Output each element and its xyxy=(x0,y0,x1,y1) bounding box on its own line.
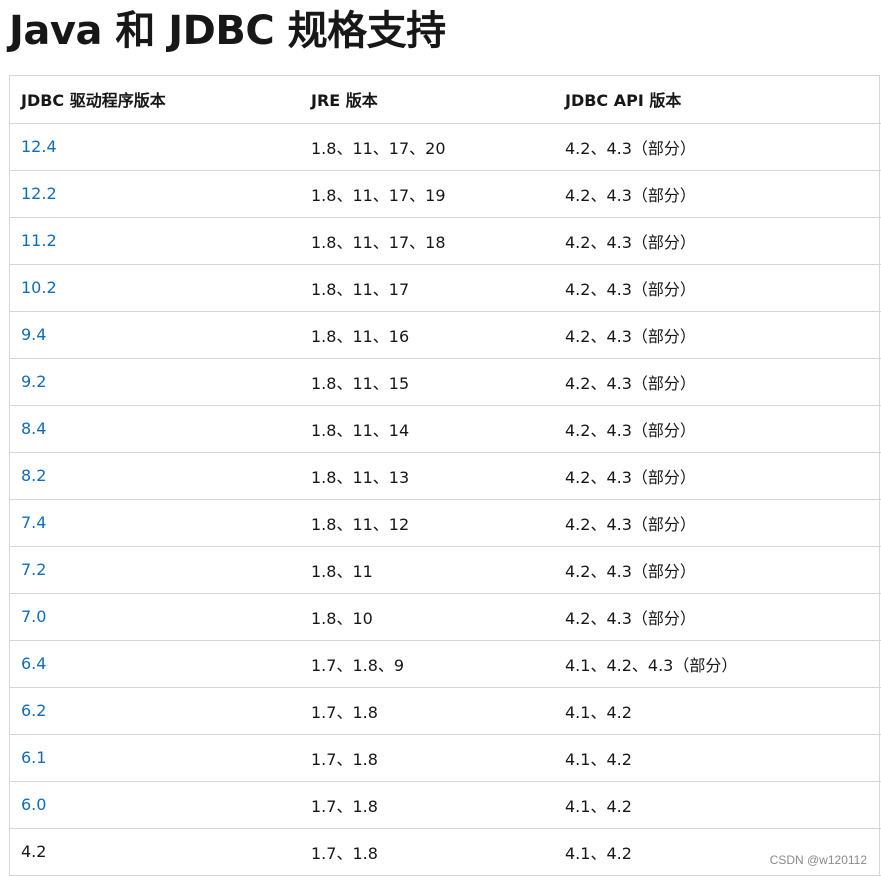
driver-version-cell: 11.2 xyxy=(10,217,300,265)
driver-version-cell: 6.1 xyxy=(10,734,300,782)
jre-version-cell: 1.8、11、17、20 xyxy=(300,123,554,171)
jre-version-cell: 1.8、11、16 xyxy=(300,311,554,359)
driver-version-link[interactable]: 10.2 xyxy=(21,278,57,297)
driver-version-link[interactable]: 6.1 xyxy=(21,748,46,767)
api-version-cell: 4.2、4.3（部分） xyxy=(554,264,881,312)
jre-version-cell: 1.8、10 xyxy=(300,593,554,641)
driver-version-link[interactable]: 7.0 xyxy=(21,607,46,626)
driver-version-link[interactable]: 9.2 xyxy=(21,372,46,391)
jre-version-cell: 1.8、11、17、19 xyxy=(300,170,554,218)
api-version-cell: 4.1、4.2、4.3（部分） xyxy=(554,640,881,688)
api-version-cell: 4.1、4.2 xyxy=(554,687,881,735)
page: Java 和 JDBC 规格支持 JDBC 驱动程序版本 JRE 版本 JDBC… xyxy=(0,0,881,876)
table-row: 6.0 1.7、1.8 4.1、4.2 xyxy=(10,781,881,829)
header-jre-version: JRE 版本 xyxy=(300,76,554,124)
driver-version-cell: 7.0 xyxy=(10,593,300,641)
driver-version-cell: 4.2 xyxy=(10,828,300,876)
api-version-cell: 4.2、4.3（部分） xyxy=(554,405,881,453)
api-version-cell: 4.2、4.3（部分） xyxy=(554,170,881,218)
driver-version-cell: 12.2 xyxy=(10,170,300,218)
driver-version-link[interactable]: 9.4 xyxy=(21,325,46,344)
driver-version-link[interactable]: 6.2 xyxy=(21,701,46,720)
table-row: 4.2 1.7、1.8 4.1、4.2 xyxy=(10,828,881,876)
jre-version-cell: 1.7、1.8 xyxy=(300,828,554,876)
api-version-cell: 4.1、4.2 xyxy=(554,734,881,782)
table-row: 6.1 1.7、1.8 4.1、4.2 xyxy=(10,734,881,782)
driver-version-link[interactable]: 12.2 xyxy=(21,184,57,203)
header-driver-version: JDBC 驱动程序版本 xyxy=(10,76,300,124)
driver-version-link[interactable]: 8.4 xyxy=(21,419,46,438)
driver-version-link[interactable]: 6.0 xyxy=(21,795,46,814)
driver-version-cell: 12.4 xyxy=(10,123,300,171)
table-header-row: JDBC 驱动程序版本 JRE 版本 JDBC API 版本 xyxy=(10,76,881,124)
driver-version-cell: 7.2 xyxy=(10,546,300,594)
table-row: 9.4 1.8、11、16 4.2、4.3（部分） xyxy=(10,311,881,359)
table-row: 12.4 1.8、11、17、20 4.2、4.3（部分） xyxy=(10,123,881,171)
driver-version-link[interactable]: 8.2 xyxy=(21,466,46,485)
jre-version-cell: 1.8、11、15 xyxy=(300,358,554,406)
jre-version-cell: 1.8、11、13 xyxy=(300,452,554,500)
jre-version-cell: 1.7、1.8、9 xyxy=(300,640,554,688)
api-version-cell: 4.2、4.3（部分） xyxy=(554,358,881,406)
driver-version-cell: 6.4 xyxy=(10,640,300,688)
table-row: 7.2 1.8、11 4.2、4.3（部分） xyxy=(10,546,881,594)
jre-version-cell: 1.7、1.8 xyxy=(300,687,554,735)
driver-version-cell: 8.4 xyxy=(10,405,300,453)
jre-version-cell: 1.8、11 xyxy=(300,546,554,594)
api-version-cell: 4.2、4.3（部分） xyxy=(554,311,881,359)
driver-version-cell: 10.2 xyxy=(10,264,300,312)
jre-version-cell: 1.8、11、12 xyxy=(300,499,554,547)
table-body: 12.4 1.8、11、17、20 4.2、4.3（部分） 12.2 1.8、11、17… xyxy=(10,123,881,876)
jre-version-cell: 1.7、1.8 xyxy=(300,781,554,829)
jre-version-cell: 1.8、11、17、18 xyxy=(300,217,554,265)
table-row: 9.2 1.8、11、15 4.2、4.3（部分） xyxy=(10,358,881,406)
jre-version-cell: 1.8、11、14 xyxy=(300,405,554,453)
table-row: 7.0 1.8、10 4.2、4.3（部分） xyxy=(10,593,881,641)
table-row: 7.4 1.8、11、12 4.2、4.3（部分） xyxy=(10,499,881,547)
driver-version-cell: 6.0 xyxy=(10,781,300,829)
api-version-cell: 4.2、4.3（部分） xyxy=(554,546,881,594)
api-version-cell: 4.2、4.3（部分） xyxy=(554,499,881,547)
table-row: 6.4 1.7、1.8、9 4.1、4.2、4.3（部分） xyxy=(10,640,881,688)
driver-version-link[interactable]: 7.2 xyxy=(21,560,46,579)
page-title: Java 和 JDBC 规格支持 xyxy=(9,8,446,54)
api-version-cell: 4.2、4.3（部分） xyxy=(554,217,881,265)
jre-version-cell: 1.7、1.8 xyxy=(300,734,554,782)
table-row: 6.2 1.7、1.8 4.1、4.2 xyxy=(10,687,881,735)
table-row: 8.4 1.8、11、14 4.2、4.3（部分） xyxy=(10,405,881,453)
table-row: 8.2 1.8、11、13 4.2、4.3（部分） xyxy=(10,452,881,500)
table-row: 11.2 1.8、11、17、18 4.2、4.3（部分） xyxy=(10,217,881,265)
table-row: 10.2 1.8、11、17 4.2、4.3（部分） xyxy=(10,264,881,312)
support-table-container: JDBC 驱动程序版本 JRE 版本 JDBC API 版本 12.4 1.8、1… xyxy=(9,75,881,876)
table-row: 12.2 1.8、11、17、19 4.2、4.3（部分） xyxy=(10,170,881,218)
driver-version-link[interactable]: 11.2 xyxy=(21,231,57,250)
header-api-version: JDBC API 版本 xyxy=(554,76,881,124)
driver-version-link[interactable]: 7.4 xyxy=(21,513,46,532)
api-version-cell: 4.1、4.2 xyxy=(554,828,881,876)
api-version-cell: 4.2、4.3（部分） xyxy=(554,123,881,171)
driver-version-link[interactable]: 6.4 xyxy=(21,654,46,673)
watermark: CSDN @w120112 xyxy=(769,853,867,867)
driver-version-cell: 6.2 xyxy=(10,687,300,735)
driver-version-cell: 9.4 xyxy=(10,311,300,359)
api-version-cell: 4.2、4.3（部分） xyxy=(554,593,881,641)
driver-version-cell: 9.2 xyxy=(10,358,300,406)
driver-version-cell: 8.2 xyxy=(10,452,300,500)
api-version-cell: 4.1、4.2 xyxy=(554,781,881,829)
driver-version-link[interactable]: 12.4 xyxy=(21,137,57,156)
jre-version-cell: 1.8、11、17 xyxy=(300,264,554,312)
api-version-cell: 4.2、4.3（部分） xyxy=(554,452,881,500)
driver-version-cell: 7.4 xyxy=(10,499,300,547)
support-table: JDBC 驱动程序版本 JRE 版本 JDBC API 版本 12.4 1.8、1… xyxy=(10,76,881,876)
driver-version-text: 4.2 xyxy=(21,842,47,861)
